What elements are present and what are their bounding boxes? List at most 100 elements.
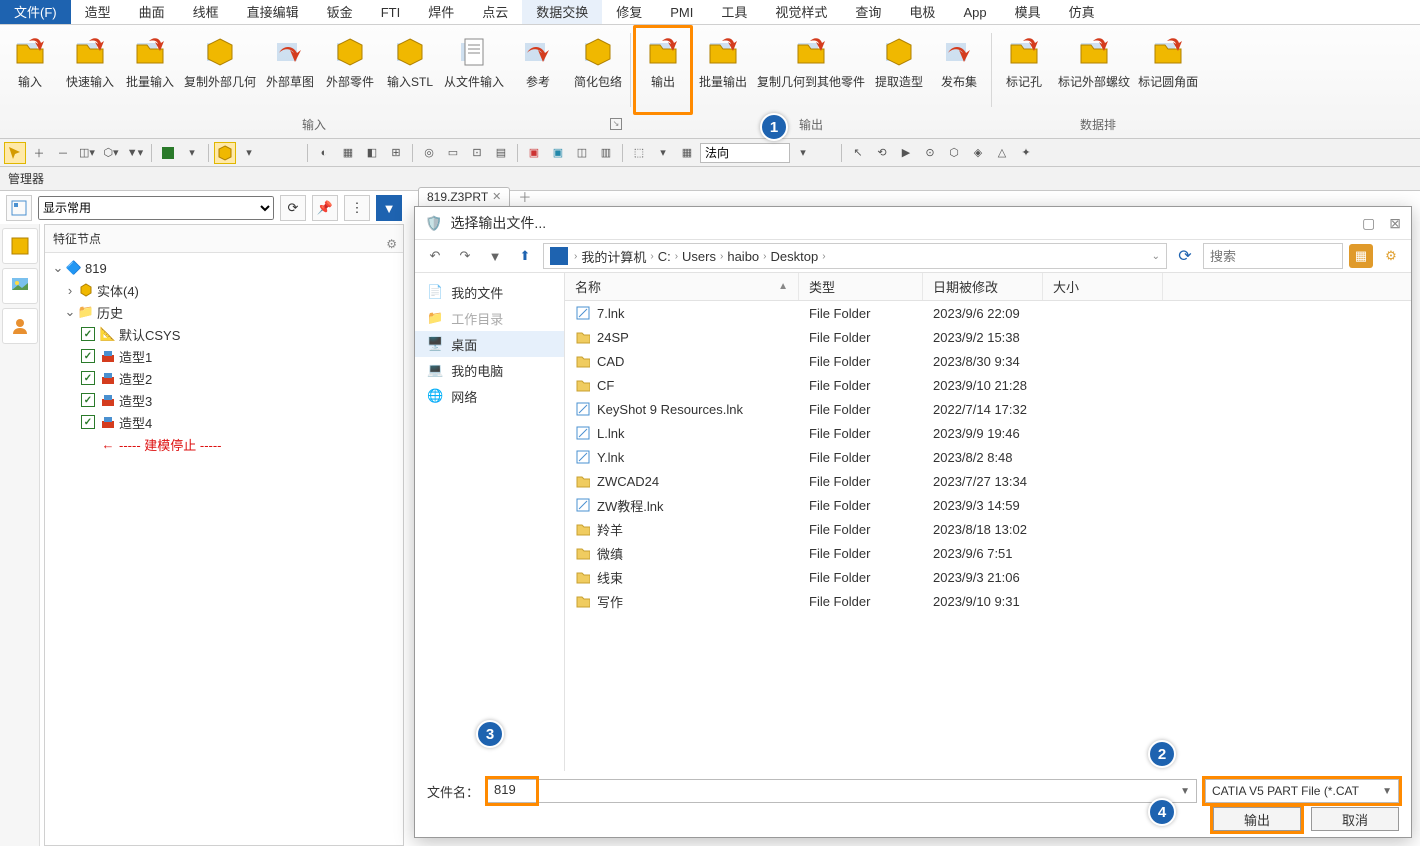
tool-icon[interactable]: ▾: [652, 142, 674, 164]
col-size[interactable]: 大小: [1043, 273, 1163, 300]
menu-item[interactable]: PMI: [656, 0, 707, 24]
settings-icon[interactable]: ⚙: [1379, 244, 1403, 268]
file-row[interactable]: 羚羊File Folder2023/8/18 13:02: [565, 517, 1411, 541]
menu-item[interactable]: 钣金: [313, 0, 367, 24]
ribbon-button[interactable]: 简化包络: [568, 25, 628, 115]
tool-icon[interactable]: ⬚: [628, 142, 650, 164]
menu-item[interactable]: 模具: [1001, 0, 1055, 24]
tool-icon[interactable]: ▦: [676, 142, 698, 164]
forward-icon[interactable]: ↷: [453, 244, 477, 268]
tool-icon[interactable]: ⟲: [871, 142, 893, 164]
tree-node-solids[interactable]: ›实体(4): [45, 279, 403, 301]
file-row[interactable]: KeyShot 9 Resources.lnkFile Folder2022/7…: [565, 397, 1411, 421]
tool-icon[interactable]: ◎: [418, 142, 440, 164]
tool-icon[interactable]: ▣: [523, 142, 545, 164]
tree-node-csys[interactable]: ✓📐默认CSYS: [45, 323, 403, 345]
tree-node-shape[interactable]: ✓造型4: [45, 411, 403, 433]
tool-icon[interactable]: ⬡▾: [100, 142, 122, 164]
maximize-icon[interactable]: ▢: [1362, 215, 1375, 232]
tool-icon[interactable]: ▾: [181, 142, 203, 164]
tool-icon[interactable]: ＋: [28, 142, 50, 164]
tool-icon[interactable]: ⊞: [385, 142, 407, 164]
menu-item[interactable]: 直接编辑: [233, 0, 313, 24]
tool-icon[interactable]: ⊙: [919, 142, 941, 164]
file-row[interactable]: ZWCAD24File Folder2023/7/27 13:34: [565, 469, 1411, 493]
menu-file[interactable]: 文件(F): [0, 0, 71, 24]
menu-item[interactable]: App: [949, 0, 1000, 24]
new-tab-icon[interactable]: ＋: [518, 187, 531, 206]
ribbon-button[interactable]: 复制外部几何: [180, 25, 260, 115]
side-my-documents[interactable]: 📄我的文件: [415, 279, 564, 305]
tool-icon[interactable]: ▦: [337, 142, 359, 164]
tool-icon[interactable]: ▾: [238, 142, 260, 164]
menu-item[interactable]: 视觉样式: [761, 0, 841, 24]
sidebar-tab-person[interactable]: [2, 308, 38, 344]
tree-node-shape[interactable]: ✓造型3: [45, 389, 403, 411]
file-row[interactable]: 7.lnkFile Folder2023/9/6 22:09: [565, 301, 1411, 325]
menu-item[interactable]: 工具: [707, 0, 761, 24]
menu-item[interactable]: 焊件: [414, 0, 468, 24]
refresh-icon[interactable]: ⟳: [1173, 244, 1197, 268]
ribbon-button[interactable]: 批量输入: [120, 25, 180, 115]
tool-icon[interactable]: ▥: [595, 142, 617, 164]
tool-icon[interactable]: ⬡: [943, 142, 965, 164]
tool-icon[interactable]: ▶: [895, 142, 917, 164]
menu-item[interactable]: 查询: [841, 0, 895, 24]
menu-item[interactable]: FTI: [367, 0, 415, 24]
view-grid-icon[interactable]: ▦: [1349, 244, 1373, 268]
ribbon-button[interactable]: 标记孔: [994, 25, 1054, 115]
file-row[interactable]: CFFile Folder2023/9/10 21:28: [565, 373, 1411, 397]
tool-icon[interactable]: －: [52, 142, 74, 164]
file-row[interactable]: L.lnkFile Folder2023/9/9 19:46: [565, 421, 1411, 445]
up-icon[interactable]: ⬆: [513, 244, 537, 268]
side-network[interactable]: 🌐网络: [415, 383, 564, 409]
filename-input[interactable]: 819 ▼: [487, 779, 1197, 803]
ribbon-button[interactable]: 外部零件: [320, 25, 380, 115]
side-my-pc[interactable]: 💻我的电脑: [415, 357, 564, 383]
select-tool[interactable]: [4, 142, 26, 164]
close-icon[interactable]: ✕: [492, 190, 501, 203]
ribbon-button[interactable]: 从文件输入: [440, 25, 508, 115]
tool-icon[interactable]: ▤: [490, 142, 512, 164]
ribbon-button[interactable]: 发布集: [929, 25, 989, 115]
file-row[interactable]: 写作File Folder2023/9/10 9:31: [565, 589, 1411, 613]
filetype-select[interactable]: CATIA V5 PART File (*.CAT▼: [1205, 779, 1399, 803]
file-row[interactable]: 线束File Folder2023/9/3 21:06: [565, 565, 1411, 589]
menu-item[interactable]: 修复: [602, 0, 656, 24]
col-type[interactable]: 类型: [799, 273, 923, 300]
filter-icon[interactable]: ▼: [376, 195, 402, 221]
refresh-icon[interactable]: ⟳: [280, 195, 306, 221]
tool-icon[interactable]: ◐: [313, 142, 335, 164]
file-row[interactable]: 24SPFile Folder2023/9/2 15:38: [565, 325, 1411, 349]
tree-node-shape[interactable]: ✓造型2: [45, 367, 403, 389]
dropdown-icon[interactable]: ▼: [1382, 786, 1392, 797]
dropdown-icon[interactable]: ▼: [1174, 786, 1196, 797]
export-button[interactable]: 输出: [1213, 807, 1301, 831]
menu-item[interactable]: 线框: [179, 0, 233, 24]
tool-icon[interactable]: ◈: [967, 142, 989, 164]
file-row[interactable]: Y.lnkFile Folder2023/8/2 8:48: [565, 445, 1411, 469]
cube-tool[interactable]: [214, 142, 236, 164]
col-name[interactable]: 名称▲: [565, 273, 799, 300]
tool-icon[interactable]: ▣: [547, 142, 569, 164]
search-input[interactable]: [1203, 243, 1343, 269]
ribbon-button[interactable]: 提取造型: [869, 25, 929, 115]
tool-icon[interactable]: ✦: [1015, 142, 1037, 164]
tree-view-icon[interactable]: [6, 195, 32, 221]
close-icon[interactable]: ⊠: [1389, 215, 1401, 232]
ribbon-button[interactable]: 输入: [0, 25, 60, 115]
side-workdir[interactable]: 📁工作目录: [415, 305, 564, 331]
breadcrumb[interactable]: › 我的计算机› C:› Users› haibo› Desktop› ⌄: [543, 243, 1167, 269]
ribbon-button[interactable]: 快速输入: [60, 25, 120, 115]
dialog-launcher-icon[interactable]: ↘: [610, 118, 622, 130]
tree-node-shape[interactable]: ✓造型1: [45, 345, 403, 367]
menu-item[interactable]: 曲面: [125, 0, 179, 24]
dropdown-input[interactable]: [700, 143, 790, 163]
document-tab[interactable]: 819.Z3PRT✕: [418, 187, 510, 206]
cancel-button[interactable]: 取消: [1311, 807, 1399, 831]
tool-icon[interactable]: ◧: [361, 142, 383, 164]
ribbon-button[interactable]: 外部草图: [260, 25, 320, 115]
tool-icon[interactable]: ▾: [792, 142, 814, 164]
tree-node-stop[interactable]: ←----- 建模停止 -----: [45, 433, 403, 455]
menu-item[interactable]: 造型: [71, 0, 125, 24]
